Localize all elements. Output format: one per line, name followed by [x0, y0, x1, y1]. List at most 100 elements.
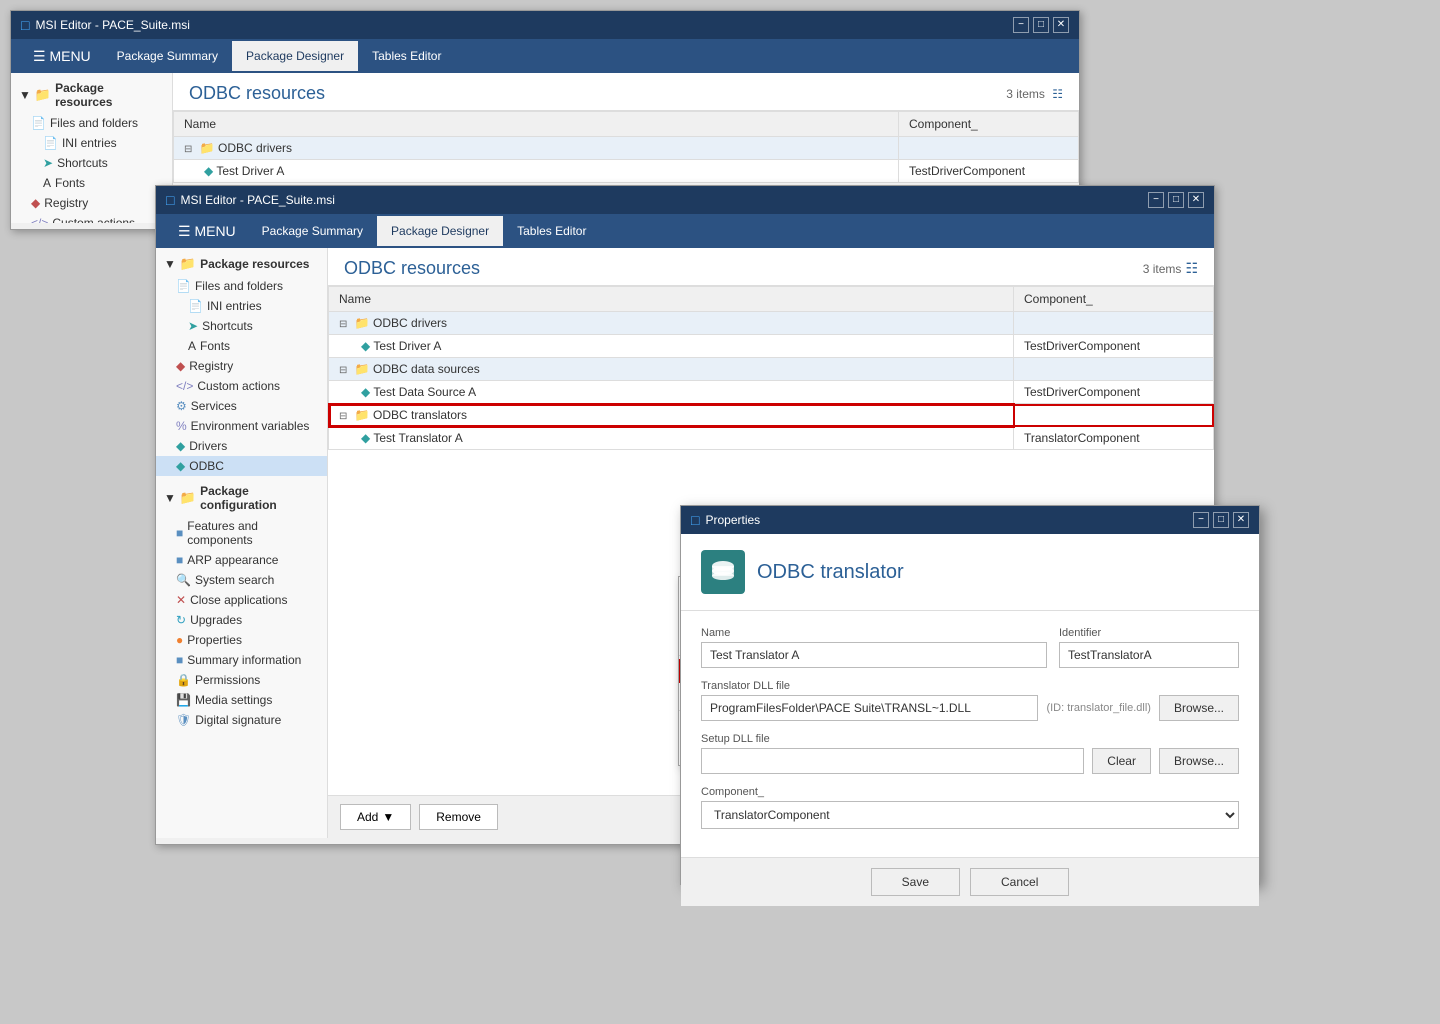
table-row[interactable]: ◆ Test Translator A TranslatorComponent — [329, 427, 1214, 450]
sidebar-files-folders-1[interactable]: 📄 Files and folders — [11, 113, 172, 133]
translator-dll-input[interactable] — [701, 695, 1038, 721]
window-title-2: MSI Editor - PACE_Suite.msi — [180, 193, 335, 207]
col-component-1: Component_ — [899, 112, 1079, 137]
sidebar-registry-1[interactable]: ◆ Registry — [11, 193, 172, 213]
add-button[interactable]: Add ▼ — [340, 804, 411, 830]
clear-btn[interactable]: Clear — [1092, 748, 1151, 774]
minimize-btn-2[interactable]: − — [1148, 192, 1164, 208]
identifier-input[interactable] — [1059, 642, 1239, 668]
table-row-translators[interactable]: ⊟ 📁 ODBC translators — [329, 404, 1214, 427]
items-count-2: 3 items ☷ — [1143, 260, 1198, 277]
arp-icon: ■ — [176, 553, 183, 567]
props-window-title: Properties — [705, 513, 760, 527]
menu-hamburger-1[interactable]: ☰ MENU — [21, 40, 103, 73]
sidebar-system-search-2[interactable]: 🔍 System search — [156, 570, 327, 590]
sidebar-odbc-2[interactable]: ◆ ODBC — [156, 456, 327, 476]
remove-button[interactable]: Remove — [419, 804, 498, 830]
table-row[interactable]: ⊟ 📁 ODBC data sources — [329, 358, 1214, 381]
sidebar-upgrades-2[interactable]: ↻ Upgrades — [156, 610, 327, 630]
menu-hamburger-2[interactable]: ☰ MENU — [166, 215, 248, 248]
col-component-2: Component_ — [1014, 287, 1214, 312]
sidebar-arp-2[interactable]: ■ ARP appearance — [156, 550, 327, 570]
props-maximize-btn[interactable]: □ — [1213, 512, 1229, 528]
tab-package-summary-1[interactable]: Package Summary — [103, 41, 232, 71]
sidebar-features-2[interactable]: ■ Features and components — [156, 516, 327, 550]
table-row[interactable]: ⊟ 📁 ODBC drivers — [174, 137, 1079, 160]
setup-dll-input[interactable] — [701, 748, 1084, 774]
sidebar-ini-1[interactable]: 📄 INI entries — [11, 133, 172, 153]
custom-icon-2: </> — [176, 379, 193, 393]
file-icon-2: 📄 — [176, 279, 191, 293]
cancel-btn[interactable]: Cancel — [970, 868, 1069, 896]
name-label: Name — [701, 627, 1047, 639]
component-label: Component_ — [701, 786, 1239, 798]
sidebar-env-2[interactable]: % Environment variables — [156, 416, 327, 436]
sidebar-custom-2[interactable]: </> Custom actions — [156, 376, 327, 396]
name-input[interactable] — [701, 642, 1047, 668]
sidebar-services-2[interactable]: ⚙ Services — [156, 396, 327, 416]
sidebar-close-apps-2[interactable]: ✕ Close applications — [156, 590, 327, 610]
sidebar-registry-2[interactable]: ◆ Registry — [156, 356, 327, 376]
props-close-btn[interactable]: ✕ — [1233, 512, 1249, 528]
title-bar-controls-2: − □ ✕ — [1148, 192, 1204, 208]
sidebar-drivers-2[interactable]: ◆ Drivers — [156, 436, 327, 456]
sidebar-ini-2[interactable]: 📄 INI entries — [156, 296, 327, 316]
registry-icon: ◆ — [31, 196, 40, 210]
tab-package-summary-2[interactable]: Package Summary — [248, 216, 377, 246]
close-btn-1[interactable]: ✕ — [1053, 17, 1069, 33]
sidebar-permissions-2[interactable]: 🔒 Permissions — [156, 670, 327, 690]
props-minimize-btn[interactable]: − — [1193, 512, 1209, 528]
items-count-1: 3 items ☷ — [1006, 87, 1063, 101]
sidebar-digital-2[interactable]: 🛡 Digital signature — [156, 710, 327, 730]
permissions-icon: 🔒 — [176, 673, 191, 687]
odbc-item-icon: ◆ — [204, 164, 213, 178]
sidebar-fonts-2[interactable]: A Fonts — [156, 336, 327, 356]
table-row[interactable]: ◆ Test Driver A TestDriverComponent — [329, 335, 1214, 358]
row-name: ◆ Test Driver A — [174, 160, 899, 183]
row-name: ◆ Test Translator A — [329, 427, 1014, 450]
odbc-driver-icon: ◆ — [361, 339, 370, 353]
title-bar-left-2: □ MSI Editor - PACE_Suite.msi — [166, 192, 335, 208]
sidebar-summary-2[interactable]: ■ Summary information — [156, 650, 327, 670]
row-component — [899, 137, 1079, 160]
minimize-btn-1[interactable]: − — [1013, 17, 1029, 33]
maximize-btn-2[interactable]: □ — [1168, 192, 1184, 208]
row-name: ◆ Test Data Source A — [329, 381, 1014, 404]
sidebar-pkg-config-2[interactable]: ▼ 📁 Package configuration — [156, 480, 327, 516]
sidebar-package-resources-2[interactable]: ▼ 📁 Package resources — [156, 252, 327, 276]
sidebar-shortcuts-2[interactable]: ➤ Shortcuts — [156, 316, 327, 336]
tab-package-designer-2[interactable]: Package Designer — [377, 216, 503, 246]
component-select[interactable]: TranslatorComponent — [701, 801, 1239, 829]
chevron-icon-2: ▼ — [164, 491, 176, 505]
tab-tables-editor-1[interactable]: Tables Editor — [358, 41, 455, 71]
sidebar-files-2[interactable]: 📄 Files and folders — [156, 276, 327, 296]
filter-icon-1[interactable]: ☷ — [1052, 87, 1063, 101]
menu-bar-1: ☰ MENU Package Summary Package Designer … — [11, 39, 1079, 73]
translator-dll-hint: (ID: translator_file.dll) — [1046, 702, 1151, 714]
sidebar-fonts-1[interactable]: A Fonts — [11, 173, 172, 193]
maximize-btn-1[interactable]: □ — [1033, 17, 1049, 33]
registry-icon-2: ◆ — [176, 359, 185, 373]
table-row[interactable]: ◆ Test Data Source A TestDriverComponent — [329, 381, 1214, 404]
sidebar-custom-actions-1[interactable]: </> Custom actions — [11, 213, 172, 223]
title-bar-controls: − □ ✕ — [1013, 17, 1069, 33]
browse-setup-btn[interactable]: Browse... — [1159, 748, 1239, 774]
sidebar-package-resources-1[interactable]: ▼ 📁 Package resources — [11, 77, 172, 113]
file-icon: 📄 — [31, 116, 46, 130]
sidebar-shortcuts-1[interactable]: ➤ Shortcuts — [11, 153, 172, 173]
translator-icon: ◆ — [361, 431, 370, 445]
sidebar-properties-2[interactable]: ● Properties — [156, 630, 327, 650]
save-btn[interactable]: Save — [871, 868, 960, 896]
close-btn-2[interactable]: ✕ — [1188, 192, 1204, 208]
identifier-label: Identifier — [1059, 627, 1239, 639]
table-row[interactable]: ⊟ 📁 ODBC drivers — [329, 312, 1214, 335]
tab-package-designer-1[interactable]: Package Designer — [232, 41, 358, 71]
filter-icon-2[interactable]: ☷ — [1185, 260, 1198, 277]
props-footer: Save Cancel — [681, 857, 1259, 906]
sidebar-media-2[interactable]: 💾 Media settings — [156, 690, 327, 710]
content-title-1: ODBC resources — [189, 83, 325, 104]
browse-dll-btn[interactable]: Browse... — [1159, 695, 1239, 721]
table-row[interactable]: ◆ Test Driver A TestDriverComponent — [174, 160, 1079, 183]
tab-tables-editor-2[interactable]: Tables Editor — [503, 216, 600, 246]
folder-icon: 📁 — [200, 141, 215, 155]
